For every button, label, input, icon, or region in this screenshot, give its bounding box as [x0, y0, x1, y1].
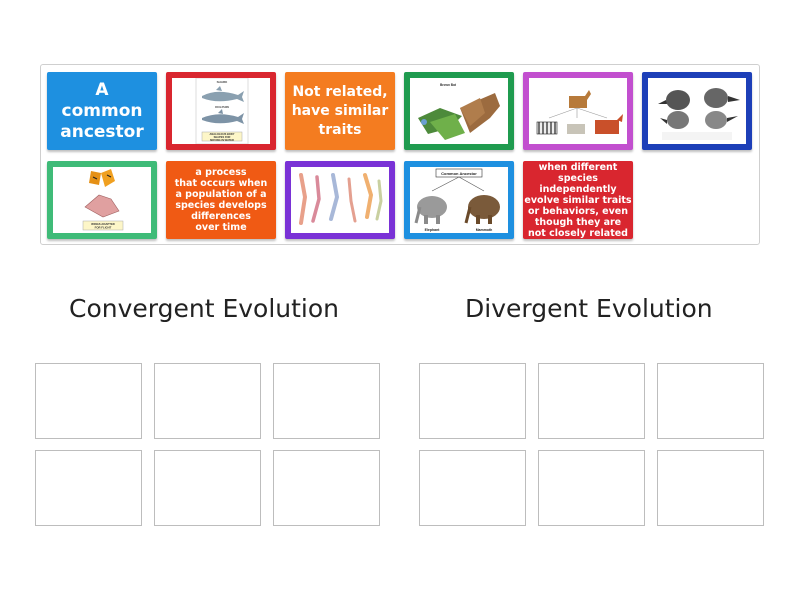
- card-label: when different species independently evo…: [524, 161, 632, 239]
- convergent-drop-slot[interactable]: [35, 450, 142, 526]
- divergent-drop-slot[interactable]: [538, 450, 645, 526]
- svg-text:FOR FLIGHT: FOR FLIGHT: [95, 226, 112, 230]
- finch-beaks-image: [648, 78, 746, 144]
- card-label: Not related, have similar traits: [291, 83, 389, 138]
- mammoth-label: Mammoth: [476, 228, 493, 232]
- card-finches[interactable]: [642, 72, 752, 150]
- card-butterfly-bat[interactable]: WINGS ADAPTED FOR FLIGHT: [47, 161, 157, 239]
- card-horse-zebra[interactable]: [523, 72, 633, 150]
- card-not-related[interactable]: Not related, have similar traits: [285, 72, 395, 150]
- shark-dolphin-image: SHARK DOLPHIN ANALOGOUS BODY SHAPES FOR …: [172, 78, 270, 144]
- svg-text:MOVING IN WATER: MOVING IN WATER: [210, 138, 234, 142]
- divergent-drop-slot[interactable]: [657, 363, 764, 439]
- convergent-column-title: Convergent Evolution: [69, 294, 340, 323]
- bat-pterosaur-image: Brown Bat: [410, 78, 508, 144]
- divergent-drop-slot[interactable]: [657, 450, 764, 526]
- card-elephant-mammoth[interactable]: Common Ancestor Elephant Mammoth: [404, 161, 514, 239]
- card-process-definition[interactable]: a process that occurs when a population …: [166, 161, 276, 239]
- divergent-drop-slot[interactable]: [538, 363, 645, 439]
- divergent-drop-slot[interactable]: [419, 363, 526, 439]
- convergent-drop-slot[interactable]: [154, 450, 261, 526]
- card-label: a process that occurs when a population …: [174, 167, 268, 233]
- card-bat-pterosaur[interactable]: Brown Bat: [404, 72, 514, 150]
- ancestor-label: Common Ancestor: [441, 171, 477, 176]
- convergent-drop-slot[interactable]: [273, 450, 380, 526]
- card-common-ancestor[interactable]: A common ancestor: [47, 72, 157, 150]
- card-label: A common ancestor: [60, 79, 144, 142]
- convergent-drop-slot[interactable]: [154, 363, 261, 439]
- dolphin-label: DOLPHIN: [215, 105, 229, 109]
- elephant-mammoth-image: Common Ancestor Elephant Mammoth: [410, 167, 508, 233]
- homologous-limbs-image: [291, 167, 389, 233]
- card-convergent-definition[interactable]: when different species independently evo…: [523, 161, 633, 239]
- convergent-drop-slot[interactable]: [273, 363, 380, 439]
- bat-label: Brown Bat: [440, 83, 457, 87]
- card-limbs[interactable]: [285, 161, 395, 239]
- divergent-column-title: Divergent Evolution: [465, 294, 713, 323]
- convergent-drop-slot[interactable]: [35, 363, 142, 439]
- shark-label: SHARK: [217, 80, 229, 84]
- card-shark-dolphin[interactable]: SHARK DOLPHIN ANALOGOUS BODY SHAPES FOR …: [166, 72, 276, 150]
- divergent-drop-slot[interactable]: [419, 450, 526, 526]
- elephant-label: Elephant: [425, 228, 441, 232]
- horse-zebra-image: [529, 78, 627, 144]
- butterfly-bat-wing-image: WINGS ADAPTED FOR FLIGHT: [53, 167, 151, 233]
- card-tray: A common ancestor SHARK DOLPHIN ANALOGOU…: [40, 64, 760, 245]
